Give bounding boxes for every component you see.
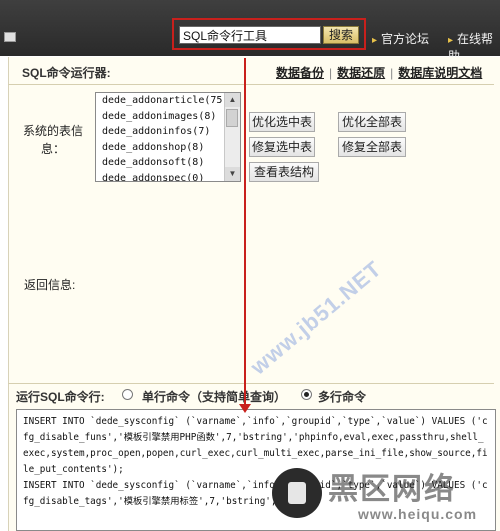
scroll-up-icon[interactable]: ▲ (225, 93, 240, 107)
list-item[interactable]: dede_addonsoft(8) (96, 155, 240, 171)
menu-icon[interactable] (4, 32, 16, 42)
docs-link[interactable]: 数据库说明文档 (398, 66, 482, 80)
single-line-label[interactable]: 单行命令（支持简单查询） (142, 388, 286, 405)
signal-icon: ▸ (372, 35, 378, 46)
multi-line-radio[interactable] (301, 389, 312, 400)
list-item[interactable]: dede_addonimages(8) (96, 109, 240, 125)
table-listbox[interactable]: dede_addonarticle(75) dede_addonimages(8… (95, 92, 241, 182)
scroll-down-icon[interactable]: ▼ (225, 167, 240, 181)
repair-selected-button[interactable]: 修复选中表 (249, 137, 315, 157)
logo-icon (272, 468, 322, 518)
multi-line-label[interactable]: 多行命令 (318, 388, 366, 405)
list-item[interactable]: dede_addoninfos(7) (96, 124, 240, 140)
forum-link[interactable]: ▸ 官方论坛 (372, 30, 429, 47)
list-item[interactable]: dede_addonspec(0) (96, 171, 240, 182)
view-structure-button[interactable]: 查看表结构 (249, 162, 319, 182)
panel-title: SQL命令运行器: (22, 66, 111, 80)
single-line-radio[interactable] (122, 389, 133, 400)
logo-url: www.heiqu.com (358, 506, 478, 522)
divider (8, 84, 494, 85)
backup-link[interactable]: 数据备份 (276, 66, 324, 80)
restore-link[interactable]: 数据还原 (337, 66, 385, 80)
repair-all-button[interactable]: 修复全部表 (338, 137, 406, 157)
optimize-selected-button[interactable]: 优化选中表 (249, 112, 315, 132)
separator: | (329, 66, 333, 80)
scroll-thumb[interactable] (226, 109, 238, 127)
return-info-label: 返回信息: (24, 278, 76, 292)
run-sql-label: 运行SQL命令行: (16, 390, 105, 404)
header-links: 数据备份 | 数据还原 | 数据库说明文档 (276, 64, 482, 81)
vertical-scrollbar[interactable]: ▲ ▼ (224, 93, 240, 181)
search-highlight-frame (172, 18, 366, 50)
annotation-arrow-line (244, 58, 246, 410)
signal-icon: ▸ (448, 35, 454, 46)
list-item[interactable]: dede_addonshop(8) (96, 140, 240, 156)
separator: | (390, 66, 394, 80)
list-item[interactable]: dede_addonarticle(75) (96, 93, 240, 109)
optimize-all-button[interactable]: 优化全部表 (338, 112, 406, 132)
tables-label: 系统的表信息： (22, 124, 83, 156)
logo-title: 黑区网络 (328, 473, 456, 506)
forum-link-label: 官方论坛 (381, 32, 430, 46)
watermark-logo: 黑区网络 www.heiqu.com (272, 462, 500, 531)
annotation-arrowhead-icon (239, 404, 251, 413)
